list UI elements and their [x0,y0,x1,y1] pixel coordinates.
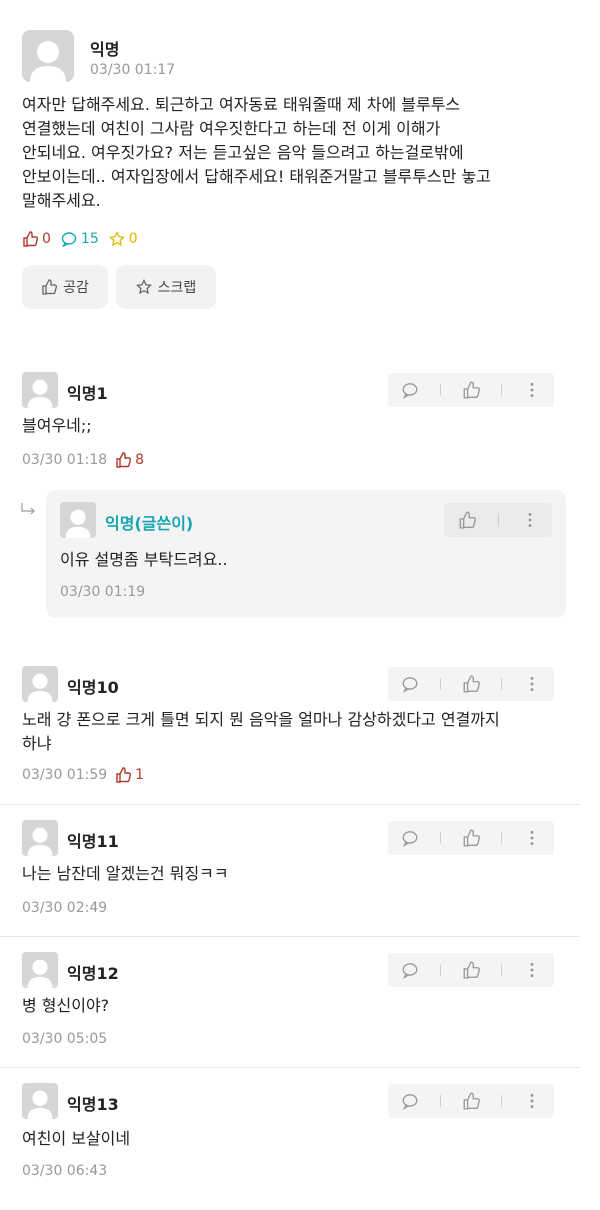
reply-arrow-icon [20,502,38,522]
post-comment-count: 15 [61,231,99,247]
comment-text: 블여우네;; [22,416,92,435]
reply-avatar [60,502,96,538]
thumbs-up-icon [463,381,480,399]
post-avatar [22,30,74,82]
comment-author: 익명13 [67,1095,119,1114]
comment-time: 03/30 01:18 [22,452,108,468]
more-vertical-icon [528,512,531,528]
comment-like-button[interactable] [457,824,485,852]
comment-text: 노래 걍 폰으로 크게 틀면 되지 뭔 음악을 얼마나 감상하겠다고 연결까지 … [22,710,500,753]
comment-author: 익명11 [67,832,119,851]
post-body: 여자만 답해주세요. 퇴근하고 여자동료 태워줄때 제 차에 블루투스 연결했는… [22,95,491,210]
reply-time: 03/30 01:19 [60,584,146,600]
reply-button[interactable] [396,670,424,698]
scrap-button[interactable]: 스크랩 [116,265,216,309]
thumbs-up-icon [463,961,480,979]
comment-like-button[interactable] [457,956,485,984]
more-vertical-icon [530,382,534,398]
thumbs-up-icon [463,675,480,693]
reply-more-options-button[interactable] [516,506,544,534]
comment-icon [402,383,418,399]
thumbs-up-icon [116,452,132,468]
post-like-count: 0 [22,231,51,247]
reply-button[interactable] [396,824,424,852]
comment-author: 익명12 [67,964,119,983]
comment-meta: 03/30 01:18 8 [22,452,144,468]
person-icon [30,41,66,82]
comment-time: 03/30 06:43 [22,1163,108,1179]
reply-text: 이유 설명좀 부탁드려요.. [60,550,228,569]
comment-meta: 03/30 01:59 1 [22,767,144,783]
reply-like-button[interactable] [453,506,481,534]
divider [0,804,580,805]
person-icon [27,959,53,988]
comment-like-count: 1 [115,767,144,783]
thumbs-up-icon [116,767,132,783]
comment-icon [402,831,418,847]
comment-icon [61,232,77,247]
person-icon [27,1090,53,1119]
comment-text: 병 형신이야? [22,996,110,1015]
comment-icon [402,963,418,979]
more-options-button[interactable] [518,956,546,984]
more-options-button[interactable] [518,1087,546,1115]
thumbs-up-icon [463,829,480,847]
like-button[interactable]: 공감 [22,265,108,309]
reply-toolbox [444,503,552,537]
more-vertical-icon [530,1093,534,1109]
person-icon [27,827,53,856]
reply-button[interactable] [396,1087,424,1115]
comment-toolbox [388,667,554,701]
comment-time: 03/30 02:49 [22,900,108,916]
post-author: 익명 [90,40,120,59]
thumbs-up-icon [459,511,476,529]
comment-icon [402,677,418,693]
comment-like-count: 8 [115,452,144,468]
thumbs-up-icon [42,279,58,295]
comment-toolbox [388,1084,554,1118]
comment-avatar [22,666,58,702]
reply-button[interactable] [396,956,424,984]
thumbs-up-icon [23,231,38,247]
comment-avatar [22,952,58,988]
post-stats: 0 15 0 [22,231,138,247]
comment-like-button[interactable] [457,670,485,698]
star-icon [135,279,152,295]
comment-toolbox [388,821,554,855]
comment-text: 여친이 보살이네 [22,1129,131,1148]
comment-avatar [22,1083,58,1119]
post-time: 03/30 01:17 [90,62,176,78]
star-icon [108,231,125,247]
more-vertical-icon [530,962,534,978]
more-options-button[interactable] [518,376,546,404]
more-options-button[interactable] [518,670,546,698]
more-options-button[interactable] [518,824,546,852]
post-scrap-count: 0 [108,231,138,247]
person-icon [65,509,91,538]
comment-author: 익명10 [67,678,119,697]
comment-avatar [22,820,58,856]
comment-toolbox [388,373,554,407]
comment-author: 익명1 [67,384,108,403]
reply-author: 익명(글쓴이) [105,514,194,533]
more-vertical-icon [530,676,534,692]
comment-avatar [22,372,58,408]
reply-button[interactable] [396,376,424,404]
comment-text: 나는 남잔데 알겠는건 뭐징ㅋㅋ [22,864,229,883]
comment-toolbox [388,953,554,987]
thumbs-up-icon [463,1092,480,1110]
divider [0,1067,580,1068]
comment-like-button[interactable] [457,1087,485,1115]
comment-like-button[interactable] [457,376,485,404]
comment-time: 03/30 05:05 [22,1031,108,1047]
comment-time: 03/30 01:59 [22,767,108,783]
comment-icon [402,1094,418,1110]
person-icon [27,673,53,702]
divider [0,936,580,937]
more-vertical-icon [530,830,534,846]
person-icon [27,379,53,408]
